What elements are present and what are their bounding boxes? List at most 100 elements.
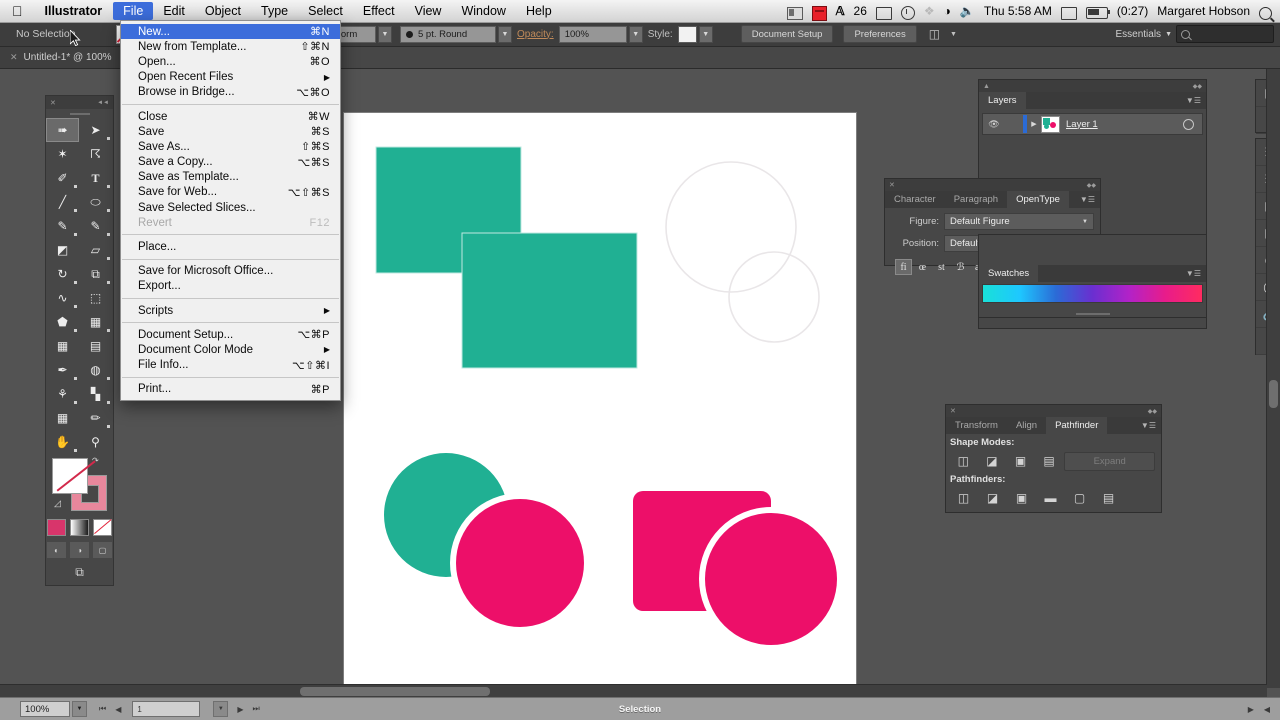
file-menu-item-save-as[interactable]: Save As...⇧⌘S [121,139,340,154]
horizontal-scrollbar-thumb[interactable] [300,687,490,696]
exclude-button[interactable]: ▤ [1036,451,1063,471]
file-menu-item-open[interactable]: Open...⌘O [121,54,340,69]
opacity-label[interactable]: Opacity: [517,29,554,40]
display-icon[interactable] [876,7,892,20]
swash-button[interactable]: ℬ [952,259,969,275]
file-menu-item-new-from-template[interactable]: New from Template...⇧⌘N [121,39,340,54]
bluetooth-icon[interactable]: ❖ [924,4,935,18]
panel-resize-grip[interactable] [1076,313,1110,315]
artboard-tool[interactable]: ▦ [46,406,79,430]
discretionary-ligatures-button[interactable]: st [933,259,950,275]
layer-visibility-icon[interactable]: 👁 [983,119,1005,130]
scale-tool[interactable]: ⧉ [79,262,112,286]
tab-pathfinder[interactable]: Pathfinder [1046,417,1107,434]
file-menu-item-save[interactable]: Save⌘S [121,124,340,139]
gradient-tool[interactable]: ▤ [79,334,112,358]
adobe-ai-icon[interactable] [812,6,827,21]
document-setup-button[interactable]: Document Setup [741,25,834,43]
magic-wand-tool[interactable]: ✶ [46,142,79,166]
fill-swatch[interactable] [52,458,88,494]
tab-opentype[interactable]: OpenType [1007,191,1069,208]
volume-icon[interactable]: 🔈 [960,4,975,18]
layer-expand-icon[interactable]: ▶ [1027,120,1041,128]
hand-tool[interactable]: ✋ [46,430,79,454]
pathfinder-panel-header[interactable]: ✕ ◆◆ [946,405,1161,417]
flag-icon[interactable] [787,7,803,20]
menu-help[interactable]: Help [516,2,562,20]
collapse-icon[interactable]: ◆◆ [1148,408,1157,415]
file-menu-item-place[interactable]: Place... [121,239,340,254]
gradient-swatch-button[interactable] [70,519,89,536]
close-icon[interactable]: ✕ [10,52,18,63]
outline-button[interactable]: ▢ [1066,488,1093,508]
free-transform-tool[interactable]: ⬚ [79,286,112,310]
direct-selection-tool[interactable]: ➤ [79,118,112,142]
draw-inside-button[interactable]: ▢ [93,542,112,558]
battery-icon[interactable] [1086,7,1108,19]
layers-panel-header[interactable]: ▲ ◆◆ [979,80,1206,92]
selection-tool[interactable]: ➠ [46,118,79,142]
symbol-sprayer-tool[interactable]: ⚘ [46,382,79,406]
document-tab[interactable]: ✕ Untitled-1* @ 100% [0,46,125,68]
file-menu-item-save-for-microsoft-office[interactable]: Save for Microsoft Office... [121,264,340,279]
crop-button[interactable]: ▬ [1037,488,1064,508]
layer-name-label[interactable]: Layer 1 [1066,119,1098,130]
opacity-caret-icon[interactable]: ▼ [629,26,643,43]
wifi-icon[interactable]: ◑ [944,4,951,18]
width-tool[interactable]: ∿ [46,286,79,310]
collapse-icon[interactable]: ◆◆ [1193,83,1202,90]
apple-logo-icon[interactable]:  [0,4,34,18]
panel-menu-icon[interactable]: ▼☰ [1186,92,1206,109]
standard-ligatures-button[interactable]: fi [895,259,912,275]
file-menu-item-save-a-copy[interactable]: Save a Copy...⌥⌘S [121,155,340,170]
preferences-button[interactable]: Preferences [843,25,916,43]
panel-menu-icon[interactable]: ▼☰ [1141,417,1161,434]
workspace-caret-icon[interactable]: ▼ [1165,31,1172,38]
tab-swatches[interactable]: Swatches [979,265,1038,282]
unite-button[interactable]: ◫ [950,451,977,471]
menu-view[interactable]: View [405,2,452,20]
tab-layers[interactable]: Layers [979,92,1026,109]
close-icon[interactable]: ✕ [950,407,956,415]
panel-menu-icon[interactable]: ▼☰ [1080,191,1100,208]
type-panel-header[interactable]: ✕ ◆◆ [885,179,1100,191]
ellipse-tool[interactable]: ⬭ [79,190,112,214]
file-menu-item-scripts[interactable]: Scripts▶ [121,303,340,318]
file-menu-item-save-for-web[interactable]: Save for Web...⌥⇧⌘S [121,185,340,200]
eraser-tool[interactable]: ▱ [79,238,112,262]
tab-character[interactable]: Character [885,191,945,208]
expand-button[interactable]: Expand [1064,452,1155,471]
file-menu-item-save-selected-slices[interactable]: Save Selected Slices... [121,200,340,215]
draw-behind-button[interactable]: ◑ [70,542,89,558]
user-name-label[interactable]: Margaret Hobson [1157,4,1250,18]
tab-paragraph[interactable]: Paragraph [945,191,1007,208]
align-icon[interactable]: ◫ [929,27,940,41]
file-menu-item-export[interactable]: Export... [121,279,340,294]
paintbrush-tool[interactable]: ✎ [46,214,79,238]
menu-type[interactable]: Type [251,2,298,20]
collapse-icon[interactable]: ◆◆ [1087,182,1096,189]
pencil-tool[interactable]: ✎ [79,214,112,238]
workspace-name-label[interactable]: Essentials [1115,29,1161,40]
file-menu-item-browse-in-bridge[interactable]: Browse in Bridge...⌥⌘O [121,85,340,100]
search-input[interactable] [1176,25,1274,43]
divide-button[interactable]: ◫ [950,488,977,508]
lasso-tool[interactable]: ☈ [79,142,112,166]
file-menu-item-document-color-mode[interactable]: Document Color Mode▶ [121,342,340,357]
intersect-button[interactable]: ▣ [1007,451,1034,471]
tools-panel-header[interactable]: ✕ ◄◄ [46,96,113,109]
brush-select[interactable]: 5 pt. Round [400,26,496,43]
search-icon[interactable] [1259,7,1272,20]
color-swatch-button[interactable] [47,519,66,536]
screen-share-icon[interactable] [1061,7,1077,20]
file-menu-item-document-setup[interactable]: Document Setup...⌥⌘P [121,327,340,342]
menu-object[interactable]: Object [195,2,251,20]
blob-brush-tool[interactable]: ◩ [46,238,79,262]
file-menu-item-open-recent-files[interactable]: Open Recent Files▶ [121,70,340,85]
vertical-scrollbar-thumb[interactable] [1269,380,1278,408]
opacity-input[interactable]: 100% [559,26,627,43]
file-menu-item-file-info[interactable]: File Info...⌥⇧⌘I [121,358,340,373]
clock-label[interactable]: Thu 5:58 AM [984,4,1052,18]
type-tool[interactable]: T [79,166,112,190]
slice-tool[interactable]: ✏ [79,406,112,430]
